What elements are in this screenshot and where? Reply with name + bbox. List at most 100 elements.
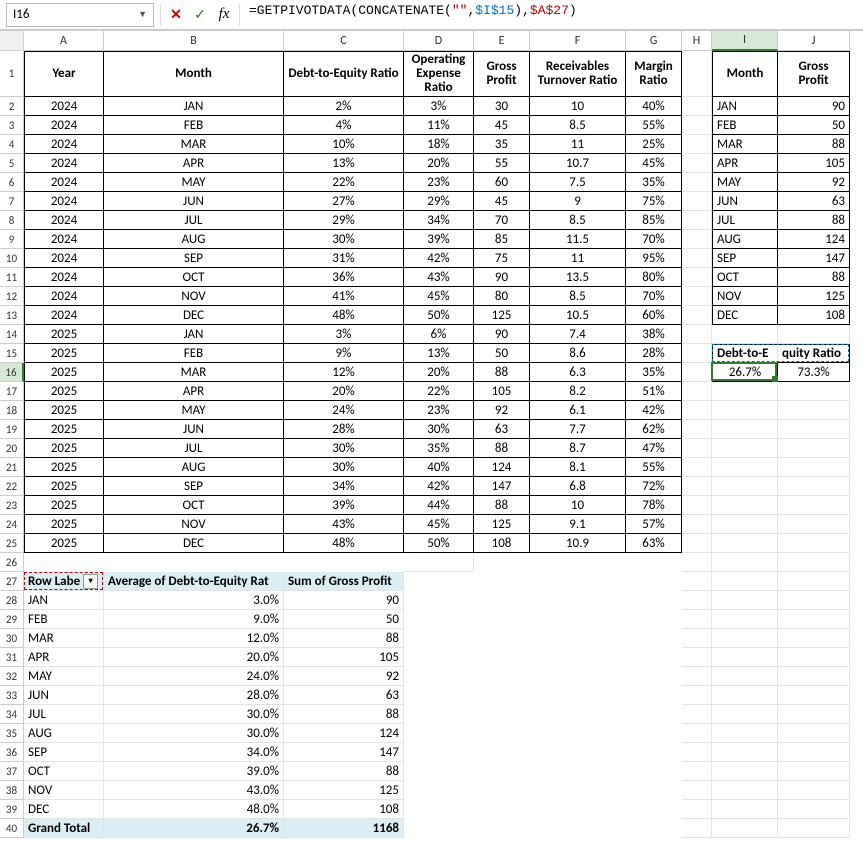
pivot-month[interactable]: JUL [24, 705, 104, 724]
cell-empty[interactable] [778, 724, 850, 743]
row-35[interactable]: 35 [0, 724, 24, 743]
cell-mr[interactable]: 75% [626, 192, 682, 211]
pivot-avg[interactable]: 34.0% [104, 743, 284, 762]
cell-empty[interactable] [712, 439, 778, 458]
row-11[interactable]: 11 [0, 268, 24, 287]
cell-rtr[interactable]: 10.9 [530, 534, 626, 553]
row-30[interactable]: 30 [0, 629, 24, 648]
pivot-avg[interactable]: 39.0% [104, 762, 284, 781]
cell-empty[interactable] [778, 553, 850, 572]
cell-empty[interactable] [778, 591, 850, 610]
cell-dte[interactable]: 29% [284, 211, 404, 230]
cell-mr[interactable]: 70% [626, 287, 682, 306]
cell-dte[interactable]: 48% [284, 306, 404, 325]
cell-mr[interactable]: 80% [626, 268, 682, 287]
cell-side-month[interactable]: MAR [712, 135, 778, 154]
pivot-avg[interactable]: 24.0% [104, 667, 284, 686]
cell-empty[interactable] [682, 515, 712, 534]
pivot-month[interactable]: JAN [24, 591, 104, 610]
cell-empty[interactable] [682, 97, 712, 116]
col-E[interactable]: E [474, 31, 530, 51]
cell-empty[interactable] [682, 439, 712, 458]
cell-month[interactable]: MAR [104, 363, 284, 382]
cell-j15[interactable]: quity Ratio [778, 344, 850, 363]
cell-side-month[interactable]: OCT [712, 268, 778, 287]
pivot-month[interactable]: MAR [24, 629, 104, 648]
cell-month[interactable]: OCT [104, 268, 284, 287]
cell-mr[interactable]: 95% [626, 249, 682, 268]
cell-year[interactable]: 2024 [24, 249, 104, 268]
cell-empty[interactable] [778, 496, 850, 515]
pivot-month[interactable]: SEP [24, 743, 104, 762]
cell-rtr[interactable]: 8.6 [530, 344, 626, 363]
cell-rtr[interactable]: 8.5 [530, 287, 626, 306]
cell-gp[interactable]: 85 [474, 230, 530, 249]
cell-year[interactable]: 2024 [24, 211, 104, 230]
cell-side-gp[interactable]: 88 [778, 268, 850, 287]
cell-month[interactable]: JUN [104, 420, 284, 439]
cell-dte[interactable]: 22% [284, 173, 404, 192]
cell-gp[interactable]: 108 [474, 534, 530, 553]
row-5[interactable]: 5 [0, 154, 24, 173]
cell-empty[interactable] [682, 458, 712, 477]
row-3[interactable]: 3 [0, 116, 24, 135]
cell-month[interactable]: DEC [104, 306, 284, 325]
cell-empty[interactable] [682, 363, 712, 382]
formula-input[interactable]: =GETPIVOTDATA(CONCATENATE("",$I$15),$A$2… [243, 3, 863, 27]
cell-oer[interactable]: 20% [404, 154, 474, 173]
cell-dte[interactable]: 30% [284, 439, 404, 458]
cell-dte[interactable]: 30% [284, 458, 404, 477]
cell-month[interactable]: JAN [104, 97, 284, 116]
cell-side-month[interactable]: JAN [712, 97, 778, 116]
cell-empty[interactable] [778, 629, 850, 648]
cell-empty[interactable] [682, 553, 712, 572]
cell-dte[interactable]: 48% [284, 534, 404, 553]
cell-oer[interactable]: 50% [404, 306, 474, 325]
pivot-sum[interactable]: 125 [284, 781, 404, 800]
cell-empty[interactable] [712, 762, 778, 781]
row-19[interactable]: 19 [0, 420, 24, 439]
cell-mr[interactable]: 35% [626, 363, 682, 382]
cell-empty[interactable] [778, 572, 850, 591]
pivot-sum[interactable]: 50 [284, 610, 404, 629]
pivot-month[interactable]: OCT [24, 762, 104, 781]
row-29[interactable]: 29 [0, 610, 24, 629]
pivot-sum[interactable]: 147 [284, 743, 404, 762]
cell-dte[interactable]: 13% [284, 154, 404, 173]
cell-oer[interactable]: 34% [404, 211, 474, 230]
pivot-month[interactable]: APR [24, 648, 104, 667]
pivot-avg[interactable]: 30.0% [104, 705, 284, 724]
pivot-month[interactable]: JUN [24, 686, 104, 705]
cell-empty[interactable] [778, 458, 850, 477]
cell-empty[interactable] [712, 458, 778, 477]
cell-year[interactable]: 2024 [24, 268, 104, 287]
row-9[interactable]: 9 [0, 230, 24, 249]
col-G[interactable]: G [626, 31, 682, 51]
cell-empty[interactable] [682, 401, 712, 420]
row-34[interactable]: 34 [0, 705, 24, 724]
cell-gp[interactable]: 45 [474, 192, 530, 211]
cell-mr[interactable]: 60% [626, 306, 682, 325]
cell-mr[interactable]: 25% [626, 135, 682, 154]
cell-side-month[interactable]: MAY [712, 173, 778, 192]
cell-side-gp[interactable]: 63 [778, 192, 850, 211]
cell-empty[interactable] [778, 401, 850, 420]
cell-empty[interactable] [712, 420, 778, 439]
cell-oer[interactable]: 3% [404, 97, 474, 116]
cell-rtr[interactable]: 9.1 [530, 515, 626, 534]
cell-mr[interactable]: 85% [626, 211, 682, 230]
cell-gp[interactable]: 124 [474, 458, 530, 477]
cell-month[interactable]: MAY [104, 401, 284, 420]
cell-side-month[interactable]: JUN [712, 192, 778, 211]
cell-empty[interactable] [778, 819, 850, 838]
cell-month[interactable]: JUN [104, 192, 284, 211]
cell-gp[interactable]: 125 [474, 515, 530, 534]
cell-empty[interactable] [712, 534, 778, 553]
pivot-avg[interactable]: 30.0% [104, 724, 284, 743]
cell-year[interactable]: 2025 [24, 420, 104, 439]
pivot-sum[interactable]: 105 [284, 648, 404, 667]
col-J[interactable]: J [778, 31, 850, 51]
cell-oer[interactable]: 43% [404, 268, 474, 287]
cell-oer[interactable]: 50% [404, 534, 474, 553]
row-31[interactable]: 31 [0, 648, 24, 667]
